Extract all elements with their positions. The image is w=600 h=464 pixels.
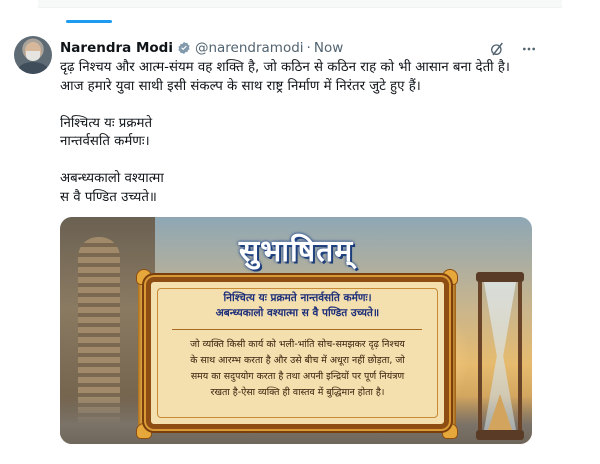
text-gap (60, 152, 540, 171)
text-line: निश्चित्य यः प्रक्रमते (60, 115, 153, 131)
shloka-line: अबन्ध्यकालो वश्यात्मा स वै पण्डित उच्यते… (215, 307, 380, 319)
more-icon[interactable] (520, 40, 538, 58)
shloka-line: निश्चित्य यः प्रक्रमते नान्तर्वसति कर्मण… (223, 292, 372, 304)
author-name[interactable]: Narendra Modi (60, 40, 173, 56)
hourglass-icon (476, 272, 524, 440)
avatar-body (17, 62, 49, 74)
meaning-text: जो व्यक्ति किसी कार्य को भली-भांति सोच-स… (158, 337, 437, 401)
timestamp[interactable]: Now (314, 40, 343, 56)
separator-dot: · (306, 40, 311, 56)
avatar-beard (26, 51, 40, 61)
active-tab-indicator (66, 20, 112, 23)
text-line: अबन्ध्यकालो वश्यात्मा (60, 171, 164, 186)
grok-slash-icon[interactable] (488, 40, 506, 58)
hourglass-base (476, 430, 524, 440)
image-title: सुभाषितम् (225, 225, 367, 273)
text-line: स वै पण्डित उच्यते॥ (60, 189, 157, 205)
hourglass-post (478, 282, 482, 430)
meaning-line: रखता है-ऐसा व्यक्ति ही वास्तव में बुद्धि… (210, 387, 385, 398)
text-line: दृढ़ निश्चय और आत्म-संयम वह शक्ति है, जो… (60, 60, 510, 75)
tweet-image[interactable]: सुभाषितम् निश्चित्य यः प्रक्रमते नान्तर्… (60, 217, 532, 444)
author-handle[interactable]: @narendramodi (195, 40, 304, 56)
top-divider (38, 0, 562, 8)
hourglass-cap (476, 272, 524, 282)
meaning-line: जो व्यक्ति किसी कार्य को भली-भांति सोच-स… (190, 339, 405, 350)
tweet-header: Narendra Modi @narendramodi · Now (60, 39, 343, 57)
tweet-card: Narendra Modi @narendramodi · Now दृढ़ न… (0, 0, 600, 464)
shloka-text: निश्चित्य यः प्रक्रमते नान्तर्वसति कर्मण… (160, 291, 435, 321)
image-title-text: सुभाषितम् (238, 233, 354, 269)
tweet-text: दृढ़ निश्चय और आत्म-संयम वह शक्ति है, जो… (60, 59, 540, 207)
text-line: नान्तर्वसति कर्मणः। (60, 134, 150, 149)
text-line: आज हमारे युवा साथी इसी संकल्प के साथ राष… (60, 78, 421, 94)
avatar[interactable] (14, 36, 52, 74)
tweet-actions (488, 40, 538, 58)
hourglass-post (518, 282, 522, 430)
meaning-line: के साथ आरम्भ करता है और उसे बीच में अधूर… (190, 355, 405, 366)
scroll-divider (172, 329, 422, 330)
meaning-line: समय का सदुपयोग करता है तथा अपनी इन्द्रिय… (190, 371, 405, 382)
text-gap (60, 96, 540, 115)
verified-badge-icon (178, 41, 190, 55)
